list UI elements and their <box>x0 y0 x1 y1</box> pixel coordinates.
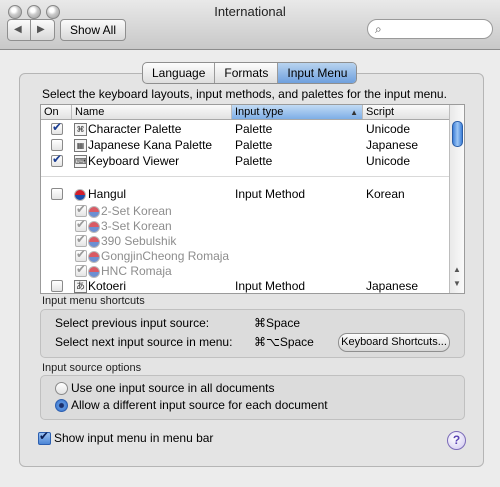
row-checkbox[interactable] <box>75 217 87 232</box>
option-per-document-label: Allow a different input source for each … <box>71 398 328 412</box>
tab-bar: Language Formats Input Menu <box>142 62 358 84</box>
keyboard-shortcuts-button[interactable]: Keyboard Shortcuts... <box>338 333 450 352</box>
scroll-thumb[interactable] <box>452 121 463 147</box>
table-row[interactable]: 390 Sebulshik <box>41 232 450 249</box>
korean-flag-icon <box>88 236 100 248</box>
row-script: Japanese <box>366 138 419 152</box>
column-script[interactable]: Script <box>363 105 450 119</box>
tab-language[interactable]: Language <box>143 63 216 83</box>
row-checkbox[interactable] <box>51 280 63 292</box>
row-script: Unicode <box>366 154 411 168</box>
scroll-down-icon[interactable]: ▼ <box>453 279 461 288</box>
table-row[interactable]: GongjinCheong Romaja <box>41 247 450 264</box>
forward-arrow-icon[interactable]: ▶ <box>37 24 45 35</box>
korean-flag-icon <box>88 206 100 218</box>
table-scrollbar[interactable]: ▲ ▼ <box>449 105 464 293</box>
row-name: 2-Set Korean <box>101 204 172 218</box>
column-name[interactable]: Name <box>72 105 232 119</box>
title-bar: International ◀ ▶ Show All ⌕ <box>0 0 500 50</box>
row-type: Palette <box>235 154 273 168</box>
table-row[interactable]: HNC Romaja <box>41 262 450 279</box>
show-menu-label: Show input menu in menu bar <box>54 431 214 445</box>
row-name: Character Palette <box>88 122 182 136</box>
character-palette-icon: ⌘ <box>74 123 87 136</box>
row-name: 390 Sebulshik <box>101 234 177 248</box>
column-input-type[interactable]: Input type ▲ <box>232 105 363 119</box>
preferences-window: International ◀ ▶ Show All ⌕ Language Fo… <box>0 0 500 487</box>
table-row[interactable]: 3-Set Korean <box>41 217 450 234</box>
show-menu-checkbox[interactable] <box>38 429 51 445</box>
row-name: HNC Romaja <box>101 264 172 278</box>
row-name: GongjinCheong Romaja <box>101 249 230 263</box>
kotoeri-icon: あ <box>74 280 87 293</box>
row-checkbox[interactable] <box>51 120 63 135</box>
tab-formats[interactable]: Formats <box>215 63 279 83</box>
scroll-up-icon[interactable]: ▲ <box>453 265 461 274</box>
input-sources-table: On Name Input type ▲ Script ⌘ Character … <box>40 104 465 294</box>
table-row[interactable]: ▦ Japanese Kana Palette Palette Japanese <box>41 137 450 153</box>
prev-source-label: Select previous input source: <box>55 316 210 330</box>
row-name: Keyboard Viewer <box>88 154 180 168</box>
table-row[interactable]: ⌨ Keyboard Viewer Palette Unicode <box>41 152 450 169</box>
table-row[interactable]: 2-Set Korean <box>41 202 450 219</box>
korean-flag-icon <box>88 266 100 278</box>
shortcuts-section-title: Input menu shortcuts <box>42 295 145 307</box>
korean-flag-icon <box>88 251 100 263</box>
korean-flag-icon <box>88 221 100 233</box>
row-type: Input Method <box>235 187 306 201</box>
next-source-key: ⌘⌥Space <box>254 335 314 349</box>
keyboard-viewer-icon: ⌨ <box>74 155 87 168</box>
row-name: Kotoeri <box>88 279 127 293</box>
row-script: Korean <box>366 187 405 201</box>
search-icon: ⌕ <box>375 22 382 36</box>
next-source-label: Select next input source in menu: <box>55 335 233 349</box>
table-divider <box>41 176 450 177</box>
prev-source-key: ⌘Space <box>254 316 301 330</box>
table-header: On Name Input type ▲ Script <box>41 105 450 120</box>
row-checkbox[interactable] <box>75 262 87 277</box>
row-checkbox[interactable] <box>75 247 87 262</box>
row-script: Japanese <box>366 279 419 293</box>
column-input-type-label: Input type <box>235 106 284 118</box>
tab-input-menu[interactable]: Input Menu <box>278 63 357 83</box>
window-title: International <box>214 4 286 19</box>
table-row[interactable]: ⌘ Character Palette Palette Unicode <box>41 120 450 137</box>
row-name: 3-Set Korean <box>101 219 172 233</box>
back-forward-control: ◀ ▶ <box>7 19 55 41</box>
search-field[interactable]: ⌕ <box>367 19 493 39</box>
table-row[interactable]: あ Kotoeri Input Method Japanese <box>41 278 450 293</box>
option-one-source-label: Use one input source in all documents <box>71 381 275 395</box>
show-all-button[interactable]: Show All <box>60 19 126 41</box>
source-options-title: Input source options <box>42 362 142 374</box>
radio-one-source[interactable] <box>55 382 68 395</box>
row-checkbox[interactable] <box>75 202 87 217</box>
kana-palette-icon: ▦ <box>74 139 87 152</box>
back-arrow-icon[interactable]: ◀ <box>14 24 22 35</box>
radio-per-document[interactable] <box>55 399 68 412</box>
help-button[interactable]: ? <box>447 431 466 450</box>
table-row[interactable]: Hangul Input Method Korean <box>41 186 450 202</box>
row-type: Palette <box>235 138 273 152</box>
row-checkbox[interactable] <box>75 232 87 247</box>
sort-ascending-icon: ▲ <box>350 108 358 117</box>
row-type: Input Method <box>235 279 306 293</box>
row-checkbox[interactable] <box>51 152 63 167</box>
row-name: Japanese Kana Palette <box>88 138 213 152</box>
row-checkbox[interactable] <box>51 139 63 151</box>
column-on[interactable]: On <box>41 105 72 119</box>
row-script: Unicode <box>366 122 411 136</box>
korean-flag-icon <box>74 189 86 201</box>
description-text: Select the keyboard layouts, input metho… <box>42 87 447 101</box>
row-type: Palette <box>235 122 273 136</box>
row-checkbox[interactable] <box>51 188 63 200</box>
row-name: Hangul <box>88 187 127 201</box>
